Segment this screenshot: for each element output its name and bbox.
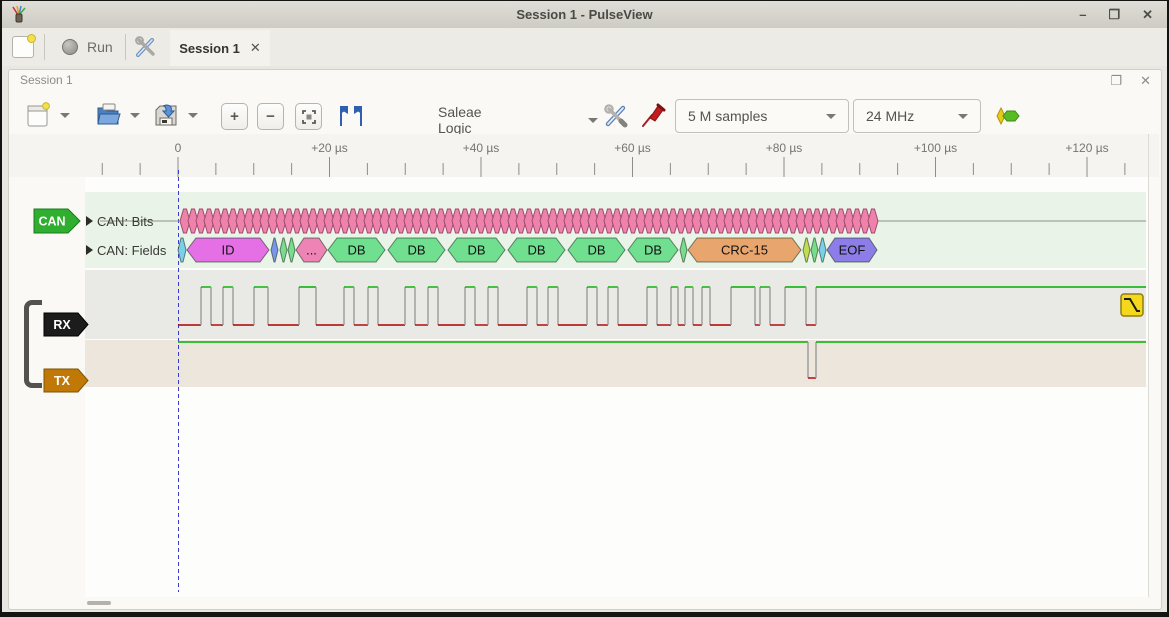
main-toolbar: Run Session 1 ✕ <box>2 28 1167 67</box>
save-file-icon[interactable] <box>152 102 180 133</box>
save-dropdown-icon[interactable] <box>188 113 198 118</box>
toolbar-separator <box>44 34 45 60</box>
toolbar-separator <box>125 34 126 60</box>
zoom-to-markers-icon[interactable] <box>336 104 366 133</box>
new-view-dropdown-icon[interactable] <box>60 113 70 118</box>
tab-close-icon[interactable]: ✕ <box>250 40 261 56</box>
add-decoder-icon[interactable] <box>995 106 1025 131</box>
run-state-icon <box>62 39 78 55</box>
time-ruler[interactable] <box>9 134 1159 177</box>
zoom-out-button[interactable]: − <box>257 103 284 130</box>
dock-title: Session 1 <box>20 73 73 87</box>
dock-close-button[interactable]: ✕ <box>1140 73 1151 89</box>
open-dropdown-icon[interactable] <box>130 113 140 118</box>
rx-channel-row-background <box>85 270 1146 339</box>
device-dropdown-icon <box>588 118 598 123</box>
run-label: Run <box>87 39 113 55</box>
zoom-fit-icon <box>302 110 316 124</box>
device-name: Saleae Logic <box>438 104 483 136</box>
device-select[interactable]: Saleae Logic <box>438 104 598 136</box>
window-title: Session 1 - PulseView <box>2 7 1167 22</box>
tab-session-1[interactable]: Session 1 ✕ <box>170 30 270 66</box>
zoom-fit-button[interactable] <box>295 103 322 130</box>
device-config-icon[interactable] <box>602 102 630 134</box>
minus-icon: − <box>266 108 275 125</box>
minimize-button[interactable]: – <box>1079 7 1086 22</box>
maximize-button[interactable]: ❐ <box>1108 7 1120 23</box>
run-button[interactable]: Run <box>54 32 121 62</box>
can-decoder-rows-background <box>85 192 1146 268</box>
sample-count-value: 5 M samples <box>688 108 767 124</box>
title-bar[interactable]: Session 1 - PulseView – ❐ ✕ <box>2 1 1167 29</box>
horizontal-scrollbar-thumb[interactable] <box>87 601 111 605</box>
new-session-button[interactable] <box>12 36 34 58</box>
probe-icon[interactable] <box>639 101 667 134</box>
plus-icon: + <box>230 108 239 125</box>
close-button[interactable]: ✕ <box>1142 7 1153 23</box>
sample-count-dropdown-icon <box>826 114 836 119</box>
sample-count-select[interactable]: 5 M samples <box>675 99 849 133</box>
new-view-icon[interactable] <box>26 102 50 133</box>
sample-rate-select[interactable]: 24 MHz <box>853 99 981 133</box>
settings-tools-icon[interactable] <box>133 34 159 65</box>
pulseview-window: Session 1 - PulseView – ❐ ✕ Run Session … <box>0 0 1169 617</box>
sample-rate-dropdown-icon <box>958 114 968 119</box>
sample-rate-value: 24 MHz <box>866 108 914 124</box>
new-badge-icon <box>27 34 36 43</box>
zoom-in-button[interactable]: + <box>221 103 248 130</box>
dock-float-button[interactable]: ❐ <box>1110 73 1122 89</box>
channel-group-bracket[interactable] <box>24 300 42 388</box>
tab-label: Session 1 <box>179 41 240 56</box>
view-right-divider <box>1148 134 1149 597</box>
tx-channel-row-background <box>85 340 1146 387</box>
open-file-icon[interactable] <box>95 102 123 133</box>
